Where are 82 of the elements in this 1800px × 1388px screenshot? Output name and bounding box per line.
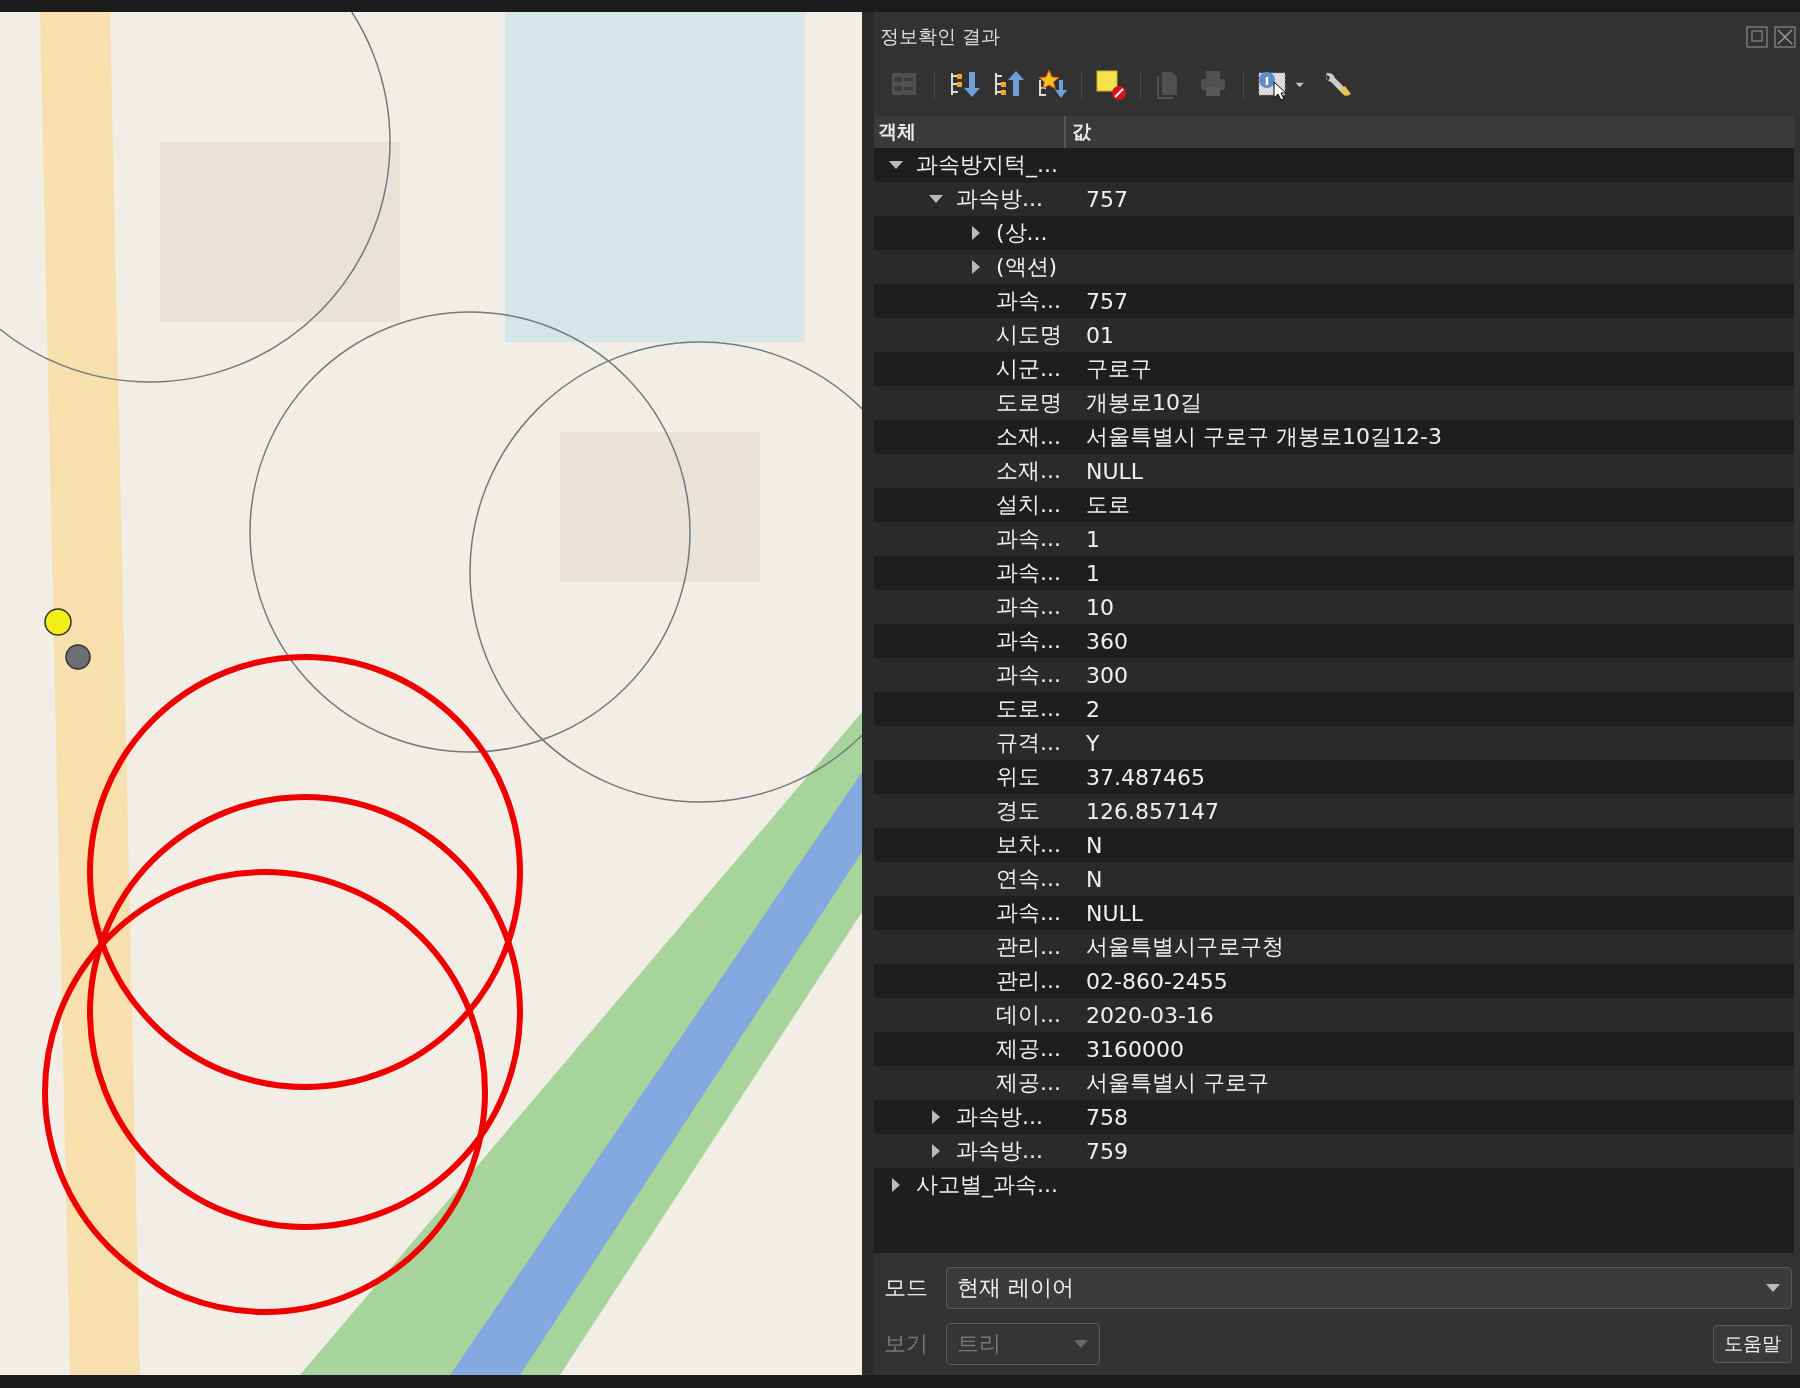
attribute-name: 과속... bbox=[996, 627, 1062, 655]
attribute-name: 제공... bbox=[996, 1035, 1062, 1063]
attribute-value: 도로 bbox=[1086, 491, 1130, 519]
tree-row[interactable]: 도로명 개봉로10길 bbox=[874, 386, 1794, 420]
attribute-value: 3160000 bbox=[1086, 1036, 1184, 1062]
attribute-value: NULL bbox=[1086, 458, 1144, 484]
attribute-name: 과속... bbox=[996, 593, 1062, 621]
attribute-name: 과속방... bbox=[956, 1103, 1044, 1131]
attribute-value: 서울특별시 구로구 개봉로10길12-3 bbox=[1086, 423, 1442, 451]
attribute-value: 757 bbox=[1086, 186, 1128, 212]
tree-row[interactable]: 경도 126.857147 bbox=[874, 794, 1794, 828]
attribute-name: 제공... bbox=[996, 1069, 1062, 1097]
attribute-name: 관리... bbox=[996, 933, 1062, 961]
attribute-value: 10 bbox=[1086, 594, 1114, 620]
attribute-name: 과속... bbox=[996, 899, 1062, 927]
attribute-name: 연속... bbox=[996, 865, 1062, 893]
close-icon[interactable] bbox=[1774, 26, 1796, 48]
tree-row[interactable]: 연속... N bbox=[874, 862, 1794, 896]
attribute-value: NULL bbox=[1086, 900, 1144, 926]
tree-row[interactable]: 과속... 10 bbox=[874, 590, 1794, 624]
tree-row[interactable]: 관리... 서울특별시구로구청 bbox=[874, 930, 1794, 964]
attribute-value: N bbox=[1086, 866, 1103, 892]
tree-row[interactable]: 과속... 1 bbox=[874, 522, 1794, 556]
attribute-name: 시도명 bbox=[996, 321, 1063, 349]
attribute-value: 2020-03-16 bbox=[1086, 1002, 1214, 1028]
attribute-name: 데이... bbox=[996, 1001, 1062, 1029]
attribute-value: 300 bbox=[1086, 662, 1128, 688]
view-label: 보기 bbox=[884, 1330, 929, 1358]
attribute-value: 서울특별시구로구청 bbox=[1086, 933, 1284, 961]
attribute-value: 126.857147 bbox=[1086, 798, 1219, 824]
column-header[interactable]: 값 bbox=[1066, 119, 1091, 145]
attribute-value: 서울특별시 구로구 bbox=[1086, 1069, 1269, 1097]
tree-row[interactable]: 과속... 300 bbox=[874, 658, 1794, 692]
clear-selection-icon[interactable] bbox=[1094, 68, 1128, 102]
panel-title: 정보확인 결과 bbox=[880, 24, 1001, 49]
attribute-value: Y bbox=[1086, 730, 1100, 756]
attribute-name: (액션) bbox=[996, 253, 1058, 281]
help-button[interactable]: 도움말 bbox=[1713, 1325, 1792, 1363]
attribute-name: 도로... bbox=[996, 695, 1062, 723]
attribute-value: 759 bbox=[1086, 1138, 1128, 1164]
attribute-value: 개봉로10길 bbox=[1086, 389, 1202, 417]
mode-label: 모드 bbox=[884, 1274, 929, 1302]
attribute-value: 758 bbox=[1086, 1104, 1128, 1130]
attribute-name: 과속방... bbox=[956, 185, 1044, 213]
tree-row[interactable]: (액션) bbox=[874, 250, 1794, 284]
attribute-value: 2 bbox=[1086, 696, 1100, 722]
tree-row[interactable]: 과속방... 757 bbox=[874, 182, 1794, 216]
attribute-name: 과속방지턱_... bbox=[916, 151, 1058, 180]
tree-row[interactable]: 소재... NULL bbox=[874, 454, 1794, 488]
attribute-name: 도로명 bbox=[996, 389, 1063, 417]
attribute-name: 과속... bbox=[996, 287, 1062, 315]
attribute-name: 과속... bbox=[996, 525, 1062, 553]
attribute-value: 01 bbox=[1086, 322, 1114, 348]
attribute-value: 1 bbox=[1086, 560, 1100, 586]
attribute-name: 설치... bbox=[996, 491, 1062, 519]
attribute-value: 02-860-2455 bbox=[1086, 968, 1228, 994]
attribute-value: 37.487465 bbox=[1086, 764, 1205, 790]
tree-row[interactable]: 데이... 2020-03-16 bbox=[874, 998, 1794, 1032]
tree-row[interactable]: 시도명 01 bbox=[874, 318, 1794, 352]
attribute-name: 과속... bbox=[996, 559, 1062, 587]
attribute-name: 과속... bbox=[996, 661, 1062, 689]
attribute-name: 소재... bbox=[996, 457, 1062, 485]
tree-row[interactable]: 과속방... 759 bbox=[874, 1134, 1794, 1168]
tree-row[interactable]: 제공... 서울특별시 구로구 bbox=[874, 1066, 1794, 1100]
attribute-name: 관리... bbox=[996, 967, 1062, 995]
mode-dropdown[interactable]: 현재 레이어 bbox=[946, 1267, 1792, 1309]
attribute-value: 1 bbox=[1086, 526, 1100, 552]
attribute-value: 360 bbox=[1086, 628, 1128, 654]
attribute-name: 과속방... bbox=[956, 1137, 1044, 1165]
attribute-name: 보차... bbox=[996, 831, 1062, 859]
tree-row[interactable]: 규격... Y bbox=[874, 726, 1794, 760]
attribute-name: 시군... bbox=[996, 355, 1062, 383]
attribute-value: N bbox=[1086, 832, 1103, 858]
caret-icon[interactable] bbox=[1765, 1283, 1781, 1293]
attribute-name: 위도 bbox=[996, 763, 1041, 791]
attribute-name: 소재... bbox=[996, 423, 1062, 451]
attribute-name: 사고별_과속... bbox=[916, 1171, 1058, 1200]
attribute-value: 757 bbox=[1086, 288, 1128, 314]
attribute-name: 규격... bbox=[996, 729, 1062, 757]
attribute-value: 구로구 bbox=[1086, 355, 1152, 383]
attribute-name: 경도 bbox=[996, 797, 1041, 825]
attribute-name: (상... bbox=[996, 219, 1048, 247]
